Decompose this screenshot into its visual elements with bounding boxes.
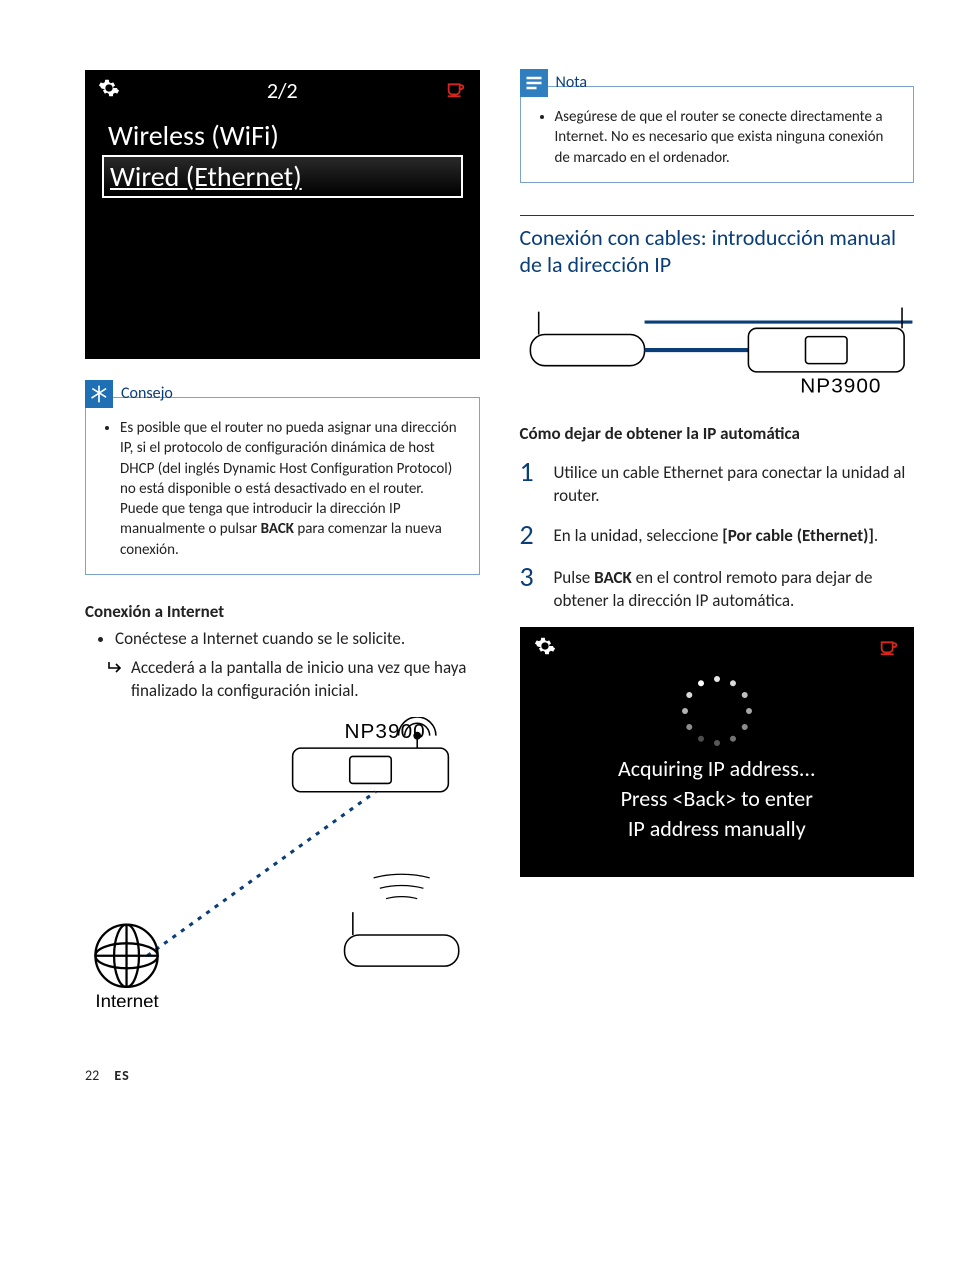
step-2a: En la unidad, seleccione <box>554 525 723 546</box>
radio-waves-icon <box>374 874 430 898</box>
page-lang: ES <box>114 1067 129 1084</box>
acq-line1: Acquiring IP address... <box>530 754 905 784</box>
step-2: 2 En la unidad, seleccione [Por cable (E… <box>520 521 915 549</box>
tip-title: Consejo <box>121 383 173 405</box>
diagram2-device-label: NP3900 <box>800 374 881 396</box>
menu-item-wifi[interactable]: Wireless (WiFi) <box>102 116 463 155</box>
page-footer: 22 ES <box>0 1047 954 1104</box>
connect-internet-heading: Conexión a Internet <box>85 601 480 622</box>
gear-icon <box>534 635 556 662</box>
connect-bullet: Conéctese a Internet cuando se le solici… <box>115 628 480 651</box>
step-num-2: 2 <box>520 521 540 549</box>
section-rule <box>520 215 915 216</box>
wifi-diagram: NP3900 <box>85 717 480 1008</box>
wired-diagram: NP3900 <box>520 293 915 397</box>
page-number: 22 <box>85 1067 99 1084</box>
note-text: Asegúrese de que el router se conecte di… <box>555 107 898 168</box>
menu-item-wired[interactable]: Wired (Ethernet) <box>102 155 463 198</box>
np3900-device-icon <box>748 307 904 371</box>
note-title: Nota <box>556 72 588 94</box>
spinner-icon <box>682 676 752 746</box>
device-screen-acquiring: Acquiring IP address... Press <Back> to … <box>520 627 915 877</box>
tip-callout: Consejo Es posible que el router no pued… <box>85 397 480 575</box>
wireless-link-line <box>147 791 375 955</box>
note-callout: Nota Asegúrese de que el router se conec… <box>520 86 915 183</box>
globe-icon <box>95 924 157 986</box>
coffee-cup-icon <box>878 635 900 662</box>
note-lines-icon <box>520 69 548 97</box>
step-3a: Pulse <box>554 567 595 588</box>
diagram1-internet-label: Internet <box>95 990 159 1007</box>
step-1-text: Utilice un cable Ethernet para conectar … <box>554 458 915 508</box>
step-num-3: 3 <box>520 563 540 613</box>
step-2c: . <box>874 525 878 546</box>
acq-line2: Press <Back> to enter <box>530 784 905 814</box>
step-2b: [Por cable (Ethernet)] <box>722 525 874 546</box>
step-3b: BACK <box>594 567 632 588</box>
router-icon <box>530 311 644 365</box>
asterisk-icon <box>85 380 113 408</box>
step-num-1: 1 <box>520 458 540 508</box>
acq-line3: IP address manually <box>530 814 905 844</box>
stop-auto-heading: Cómo dejar de obtener la IP automática <box>520 423 915 444</box>
connect-sub-text: Accederá a la pantalla de inicio una vez… <box>131 657 480 703</box>
section-title: Conexión con cables: introducción manual… <box>520 224 915 279</box>
step-1: 1 Utilice un cable Ethernet para conecta… <box>520 458 915 508</box>
router-icon <box>345 912 459 966</box>
menu-page-counter: 2/2 <box>267 77 298 104</box>
tip-text-bold: BACK <box>261 520 294 538</box>
step-3: 3 Pulse BACK en el control remoto para d… <box>520 563 915 613</box>
device-screen-menu: 2/2 Wireless (WiFi) Wired (Ethernet) <box>85 70 480 359</box>
sub-arrow-icon <box>107 659 123 703</box>
gear-icon <box>98 77 120 104</box>
coffee-cup-icon <box>445 77 467 104</box>
